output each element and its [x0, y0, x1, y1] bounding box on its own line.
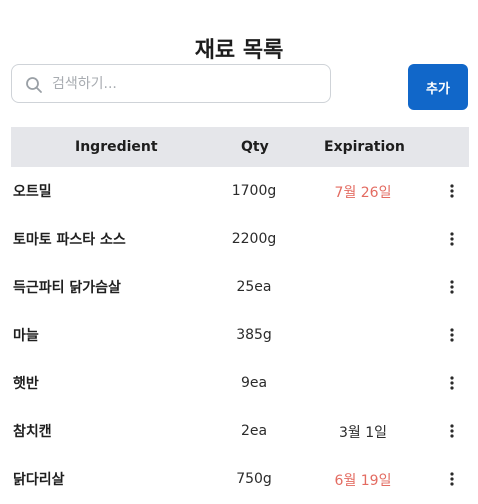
search-icon [25, 76, 43, 94]
table-row[interactable]: 참치캔 2ea 3월 1일 [11, 407, 469, 455]
ingredients-table: Ingredient Qty Expiration 오트밀 1700g 7월 26일… [11, 127, 469, 503]
ingredient-qty: 385g [236, 327, 272, 343]
more-options-icon[interactable] [445, 471, 459, 487]
table-row[interactable]: 오트밀 1700g 7월 26일 [11, 167, 469, 215]
more-options-icon[interactable] [445, 327, 459, 343]
ingredient-name: 득근파티 닭가슴살 [13, 280, 121, 296]
ingredient-name: 햇반 [13, 376, 39, 392]
search-box[interactable] [11, 64, 331, 103]
more-options-icon[interactable] [445, 231, 459, 247]
ingredient-qty: 2ea [240, 423, 268, 439]
search-input[interactable] [52, 71, 322, 97]
header-expiration[interactable]: Expiration [324, 139, 405, 155]
header-ingredient[interactable]: Ingredient [75, 139, 158, 155]
table-row[interactable]: 마늘 385g [11, 311, 469, 359]
ingredient-qty: 25ea [236, 279, 272, 295]
ingredient-expiration: 6월 19일 [334, 473, 392, 489]
ingredient-name: 마늘 [13, 328, 39, 344]
more-options-icon[interactable] [445, 279, 459, 295]
table-body: 오트밀 1700g 7월 26일토마토 파스타 소스 2200g 득근파티 닭가슴살 25… [11, 167, 469, 503]
table-row[interactable]: 닭다리살 750g 6월 19일 [11, 455, 469, 503]
ingredient-qty: 2200g [231, 231, 277, 247]
table-row[interactable]: 햇반 9ea [11, 359, 469, 407]
ingredient-expiration: 3월 1일 [338, 425, 388, 441]
ingredient-qty: 750g [236, 471, 272, 487]
ingredient-name: 오트밀 [13, 184, 52, 200]
table-header: Ingredient Qty Expiration [11, 127, 469, 167]
table-row[interactable]: 득근파티 닭가슴살 25ea [11, 263, 469, 311]
ingredient-qty: 1700g [231, 183, 277, 199]
ingredient-expiration: 7월 26일 [334, 185, 392, 201]
more-options-icon[interactable] [445, 375, 459, 391]
page-title: 재료 목록 [194, 38, 284, 63]
ingredient-name: 참치캔 [13, 424, 52, 440]
more-options-icon[interactable] [445, 183, 459, 199]
ingredient-qty: 9ea [240, 375, 268, 391]
ingredient-name: 닭다리살 [13, 472, 65, 488]
header-qty[interactable]: Qty [241, 139, 269, 155]
ingredient-name: 토마토 파스타 소스 [13, 232, 126, 248]
add-button[interactable]: 추가 [408, 64, 468, 110]
table-row[interactable]: 토마토 파스타 소스 2200g [11, 215, 469, 263]
more-options-icon[interactable] [445, 423, 459, 439]
